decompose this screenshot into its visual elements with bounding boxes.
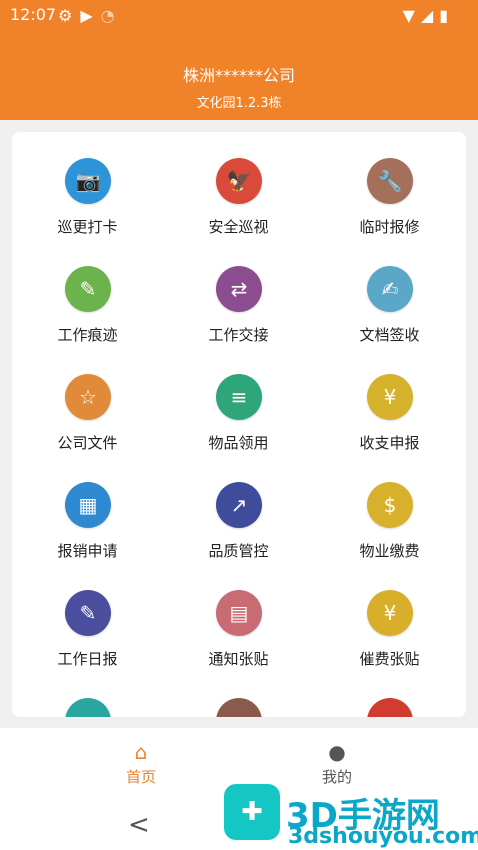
grid-item[interactable]: ▤ 通知张贴: [163, 564, 314, 672]
swap-icon: ⇄: [216, 266, 262, 312]
grid-item-label: 物业缴费: [359, 542, 420, 560]
gear-icon: ⚙: [58, 6, 73, 25]
watermark-logo-icon: ✚: [224, 784, 280, 840]
grid-item-label: 工作交接: [208, 326, 269, 344]
battery-icon: ▮: [439, 6, 448, 25]
grid-item[interactable]: ✎ 工作痕迹: [12, 240, 163, 348]
partial-icon: [216, 698, 262, 717]
grid-item-label: 巡更打卡: [57, 218, 118, 236]
location-subtitle: 文化园1.2.3栋: [196, 96, 282, 111]
home-icon: ⌂: [134, 740, 148, 764]
app-header: 12:07 ⚙ ▶ ◔ ▼ ◢ ▮ 株洲******公司 文化园1.2.3栋: [0, 0, 478, 120]
grid-item[interactable]: ¥ 收支申报: [314, 348, 465, 456]
tab-home[interactable]: ⌂ 首页: [101, 740, 181, 787]
signal-icon: ◢: [420, 6, 434, 25]
eagle-icon: 🦅: [216, 158, 262, 204]
grid-item-label: 安全巡视: [208, 218, 269, 236]
folder-star-icon: ☆: [65, 374, 111, 420]
wifi-off-icon: ◔: [100, 6, 115, 25]
company-title: 株洲******公司: [182, 66, 295, 85]
tab-home-label: 首页: [125, 768, 156, 786]
grid-item-label: 报销申请: [57, 542, 118, 560]
play-shield-icon: ▶: [80, 6, 93, 25]
grid-item-label: 通知张贴: [208, 650, 269, 668]
grid-item-label: 收支申报: [359, 434, 420, 452]
function-grid-card: 📷 巡更打卡 🦅 安全巡视 🔧 临时报修 ✎ 工作痕迹 ⇄ 工作交接 ✍ 文档签收 ☆ 公司文件 ≡ 物品领用…: [12, 132, 466, 717]
status-time: 12:07: [10, 5, 57, 24]
grid-item[interactable]: ⇄ 工作交接: [163, 240, 314, 348]
grid-item-label: 催费张贴: [359, 650, 420, 668]
grid-item-label: 公司文件: [57, 434, 118, 452]
wifi-icon: ▼: [402, 6, 415, 25]
grid-item-label: 工作日报: [57, 650, 118, 668]
watermark-sub: 3dshouyou.com: [288, 824, 478, 849]
grid-item[interactable]: ✍ 文档签收: [314, 240, 465, 348]
wrench-phone-icon: 🔧: [367, 158, 413, 204]
camera-icon: 📷: [65, 158, 111, 204]
yuan-arrows-icon: ¥: [367, 374, 413, 420]
grid-item[interactable]: 📷 巡更打卡: [12, 132, 163, 240]
grid-item[interactable]: ☆ 公司文件: [12, 348, 163, 456]
partial-icon: [65, 698, 111, 717]
notice-board-icon: ▤: [216, 590, 262, 636]
daily-report-icon: ✎: [65, 590, 111, 636]
grid-item-label: 工作痕迹: [57, 326, 118, 344]
grid-item[interactable]: 🦅 安全巡视: [163, 132, 314, 240]
grid-item[interactable]: ↗ 品质管控: [163, 456, 314, 564]
grid-item[interactable]: $ 物业缴费: [314, 456, 465, 564]
person-icon: ●: [328, 740, 346, 764]
grid-item[interactable]: 🔧 临时报修: [314, 132, 465, 240]
money-bag-icon: $: [367, 482, 413, 528]
document-sign-icon: ✍: [367, 266, 413, 312]
calculator-icon: ▦: [65, 482, 111, 528]
back-button[interactable]: <: [128, 810, 150, 840]
tab-mine[interactable]: ● 我的: [297, 740, 377, 787]
fee-notice-icon: ¥: [367, 590, 413, 636]
hand-stack-icon: ≡: [216, 374, 262, 420]
grid-item-label: 临时报修: [359, 218, 420, 236]
notebook-pen-icon: ✎: [65, 266, 111, 312]
grid-item[interactable]: ✎ 工作日报: [12, 564, 163, 672]
status-bar: 12:07 ⚙ ▶ ◔ ▼ ◢ ▮: [0, 0, 478, 30]
grid-item-label: 品质管控: [208, 542, 269, 560]
grid-item-label: 物品领用: [208, 434, 269, 452]
grid-item-label: 文档签收: [359, 326, 420, 344]
partial-icon: [367, 698, 413, 717]
growth-chart-icon: ↗: [216, 482, 262, 528]
grid-item[interactable]: ¥ 催费张贴: [314, 564, 465, 672]
grid-item[interactable]: ≡ 物品领用: [163, 348, 314, 456]
grid-item[interactable]: ▦ 报销申请: [12, 456, 163, 564]
